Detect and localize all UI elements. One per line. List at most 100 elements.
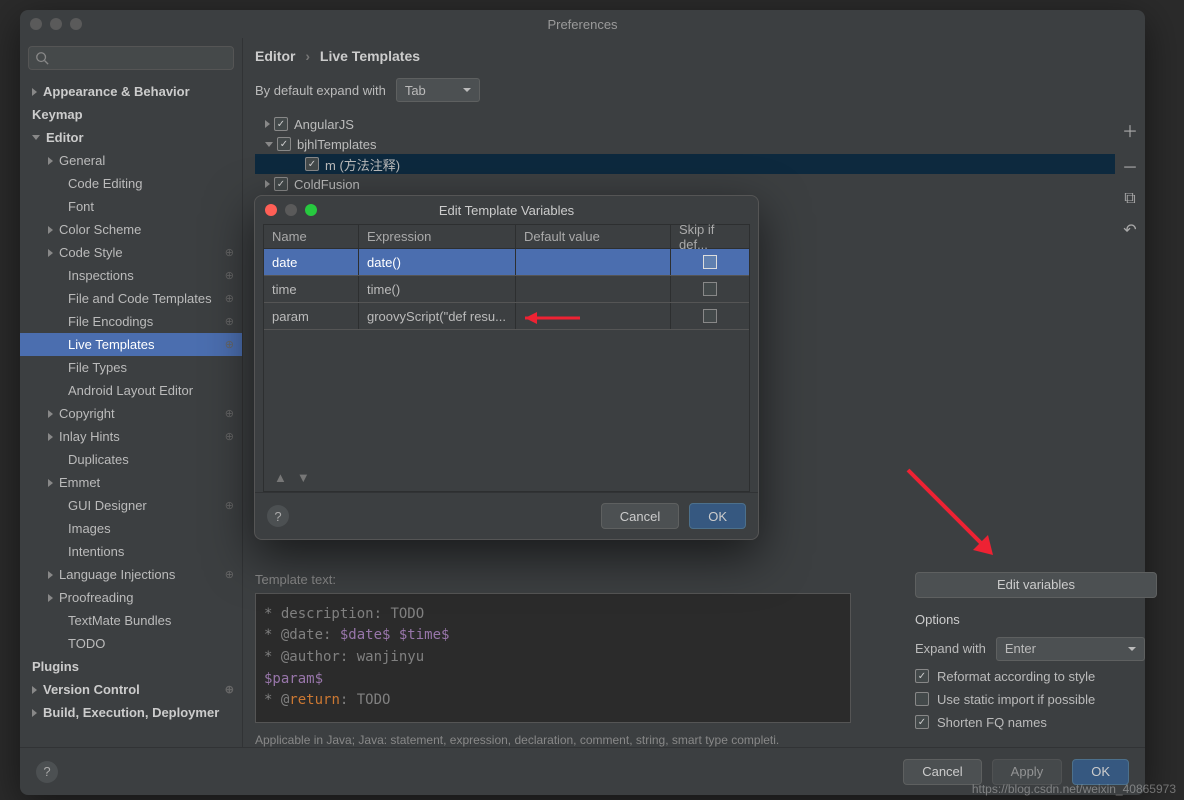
table-row[interactable]: timetime() — [264, 276, 749, 303]
th-default[interactable]: Default value — [516, 225, 671, 249]
sidebar-item-copyright[interactable]: Copyright⊕ — [20, 402, 242, 425]
sidebar-item-gui-designer[interactable]: GUI Designer⊕ — [20, 494, 242, 517]
checkbox-icon[interactable] — [703, 282, 717, 296]
sidebar-item-file-encodings[interactable]: File Encodings⊕ — [20, 310, 242, 333]
th-expression[interactable]: Expression — [359, 225, 516, 249]
sidebar-item-inspections[interactable]: Inspections⊕ — [20, 264, 242, 287]
template-item[interactable]: ColdFusion — [255, 174, 1115, 194]
sidebar-item-todo[interactable]: TODO — [20, 632, 242, 655]
close-icon[interactable] — [30, 18, 42, 30]
static-import-checkbox[interactable]: Use static import if possible — [915, 692, 1145, 707]
template-item[interactable]: bjhlTemplates — [255, 134, 1115, 154]
sidebar-item-duplicates[interactable]: Duplicates — [20, 448, 242, 471]
sidebar-item-proofreading[interactable]: Proofreading — [20, 586, 242, 609]
checkbox-icon[interactable] — [703, 309, 717, 323]
help-icon[interactable]: ? — [36, 761, 58, 783]
cell-skip[interactable] — [671, 276, 749, 302]
th-skip[interactable]: Skip if def... — [671, 225, 749, 249]
table-row[interactable]: datedate() — [264, 249, 749, 276]
sidebar-item-keymap[interactable]: Keymap — [20, 103, 242, 126]
search-input[interactable] — [28, 46, 234, 70]
cancel-button[interactable]: Cancel — [903, 759, 981, 785]
apply-button[interactable]: Apply — [992, 759, 1063, 785]
shorten-fq-checkbox[interactable]: Shorten FQ names — [915, 715, 1145, 730]
template-item[interactable]: AngularJS — [255, 114, 1115, 134]
modal-ok-button[interactable]: OK — [689, 503, 746, 529]
zoom-icon[interactable] — [70, 18, 82, 30]
cell-name[interactable]: time — [264, 276, 359, 302]
sidebar-item-plugins[interactable]: Plugins — [20, 655, 242, 678]
table-row[interactable]: paramgroovyScript("def resu... — [264, 303, 749, 330]
sidebar-item-language-injections[interactable]: Language Injections⊕ — [20, 563, 242, 586]
template-item[interactable]: m (方法注释) — [255, 154, 1115, 174]
sidebar-item-code-editing[interactable]: Code Editing — [20, 172, 242, 195]
sidebar-item-label: GUI Designer — [68, 498, 147, 513]
help-icon[interactable]: ? — [267, 505, 289, 527]
cell-expression[interactable]: time() — [359, 276, 516, 302]
zoom-icon[interactable] — [305, 204, 317, 216]
applicable-text[interactable]: Applicable in Java; Java: statement, exp… — [255, 733, 897, 747]
modal-footer: ? Cancel OK — [255, 492, 758, 539]
copy-icon[interactable]: ⧉ — [1124, 190, 1135, 208]
sidebar-item-color-scheme[interactable]: Color Scheme — [20, 218, 242, 241]
sidebar-item-label: TextMate Bundles — [68, 613, 171, 628]
modal-cancel-button[interactable]: Cancel — [601, 503, 679, 529]
checkbox-icon[interactable] — [274, 117, 288, 131]
default-expand-select[interactable]: Tab — [396, 78, 480, 102]
sidebar-item-general[interactable]: General — [20, 149, 242, 172]
minimize-icon[interactable] — [50, 18, 62, 30]
checkbox-icon[interactable] — [277, 137, 291, 151]
cell-name[interactable]: param — [264, 303, 359, 329]
sidebar-item-version-control[interactable]: Version Control⊕ — [20, 678, 242, 701]
sidebar-item-android-layout-editor[interactable]: Android Layout Editor — [20, 379, 242, 402]
cell-default[interactable] — [516, 303, 671, 329]
cell-default[interactable] — [516, 276, 671, 302]
cell-skip[interactable] — [671, 303, 749, 329]
cell-expression[interactable]: groovyScript("def resu... — [359, 303, 516, 329]
sidebar-item-intentions[interactable]: Intentions — [20, 540, 242, 563]
move-down-icon[interactable]: ▼ — [297, 470, 310, 485]
checkbox-icon[interactable] — [274, 177, 288, 191]
sidebar-item-emmet[interactable]: Emmet — [20, 471, 242, 494]
sidebar-item-appearance-behavior[interactable]: Appearance & Behavior — [20, 80, 242, 103]
sidebar-item-build-execution-deploymer[interactable]: Build, Execution, Deploymer — [20, 701, 242, 724]
remove-icon[interactable]: － — [1122, 154, 1138, 178]
arrow-icon — [48, 157, 53, 165]
sidebar-item-live-templates[interactable]: Live Templates⊕ — [20, 333, 242, 356]
sidebar-item-code-style[interactable]: Code Style⊕ — [20, 241, 242, 264]
checkbox-icon[interactable] — [305, 157, 319, 171]
ok-button[interactable]: OK — [1072, 759, 1129, 785]
lower-section: Template text: * description: TODO * @da… — [255, 572, 1145, 747]
sidebar-item-file-and-code-templates[interactable]: File and Code Templates⊕ — [20, 287, 242, 310]
modal-title: Edit Template Variables — [439, 203, 574, 218]
edit-variables-button[interactable]: Edit variables — [915, 572, 1157, 598]
expand-with-select[interactable]: Enter — [996, 637, 1145, 661]
template-text-editor[interactable]: * description: TODO * @date: $date$ $tim… — [255, 593, 851, 723]
sidebar-item-file-types[interactable]: File Types — [20, 356, 242, 379]
variables-table: Name Expression Default value Skip if de… — [263, 224, 750, 492]
sidebar-item-label: Language Injections — [59, 567, 175, 582]
arrow-icon — [48, 249, 53, 257]
cell-name[interactable]: date — [264, 249, 359, 275]
cell-default[interactable] — [516, 249, 671, 275]
th-name[interactable]: Name — [264, 225, 359, 249]
sidebar-item-label: File and Code Templates — [68, 291, 212, 306]
sidebar-item-editor[interactable]: Editor — [20, 126, 242, 149]
cell-skip[interactable] — [671, 249, 749, 275]
sidebar-item-label: Color Scheme — [59, 222, 141, 237]
breadcrumb-a[interactable]: Editor — [255, 48, 295, 64]
sidebar-item-font[interactable]: Font — [20, 195, 242, 218]
sidebar-item-images[interactable]: Images — [20, 517, 242, 540]
move-up-icon[interactable]: ▲ — [274, 470, 287, 485]
checkbox-icon[interactable] — [703, 255, 717, 269]
breadcrumb-sep: › — [305, 48, 310, 64]
close-icon[interactable] — [265, 204, 277, 216]
sidebar-item-label: Code Editing — [68, 176, 142, 191]
modal-titlebar: Edit Template Variables — [255, 196, 758, 224]
cell-expression[interactable]: date() — [359, 249, 516, 275]
sidebar-item-inlay-hints[interactable]: Inlay Hints⊕ — [20, 425, 242, 448]
sidebar-item-textmate-bundles[interactable]: TextMate Bundles — [20, 609, 242, 632]
reformat-checkbox[interactable]: Reformat according to style — [915, 669, 1145, 684]
revert-icon[interactable]: ↶ — [1123, 220, 1136, 240]
add-icon[interactable]: ＋ — [1122, 118, 1138, 142]
